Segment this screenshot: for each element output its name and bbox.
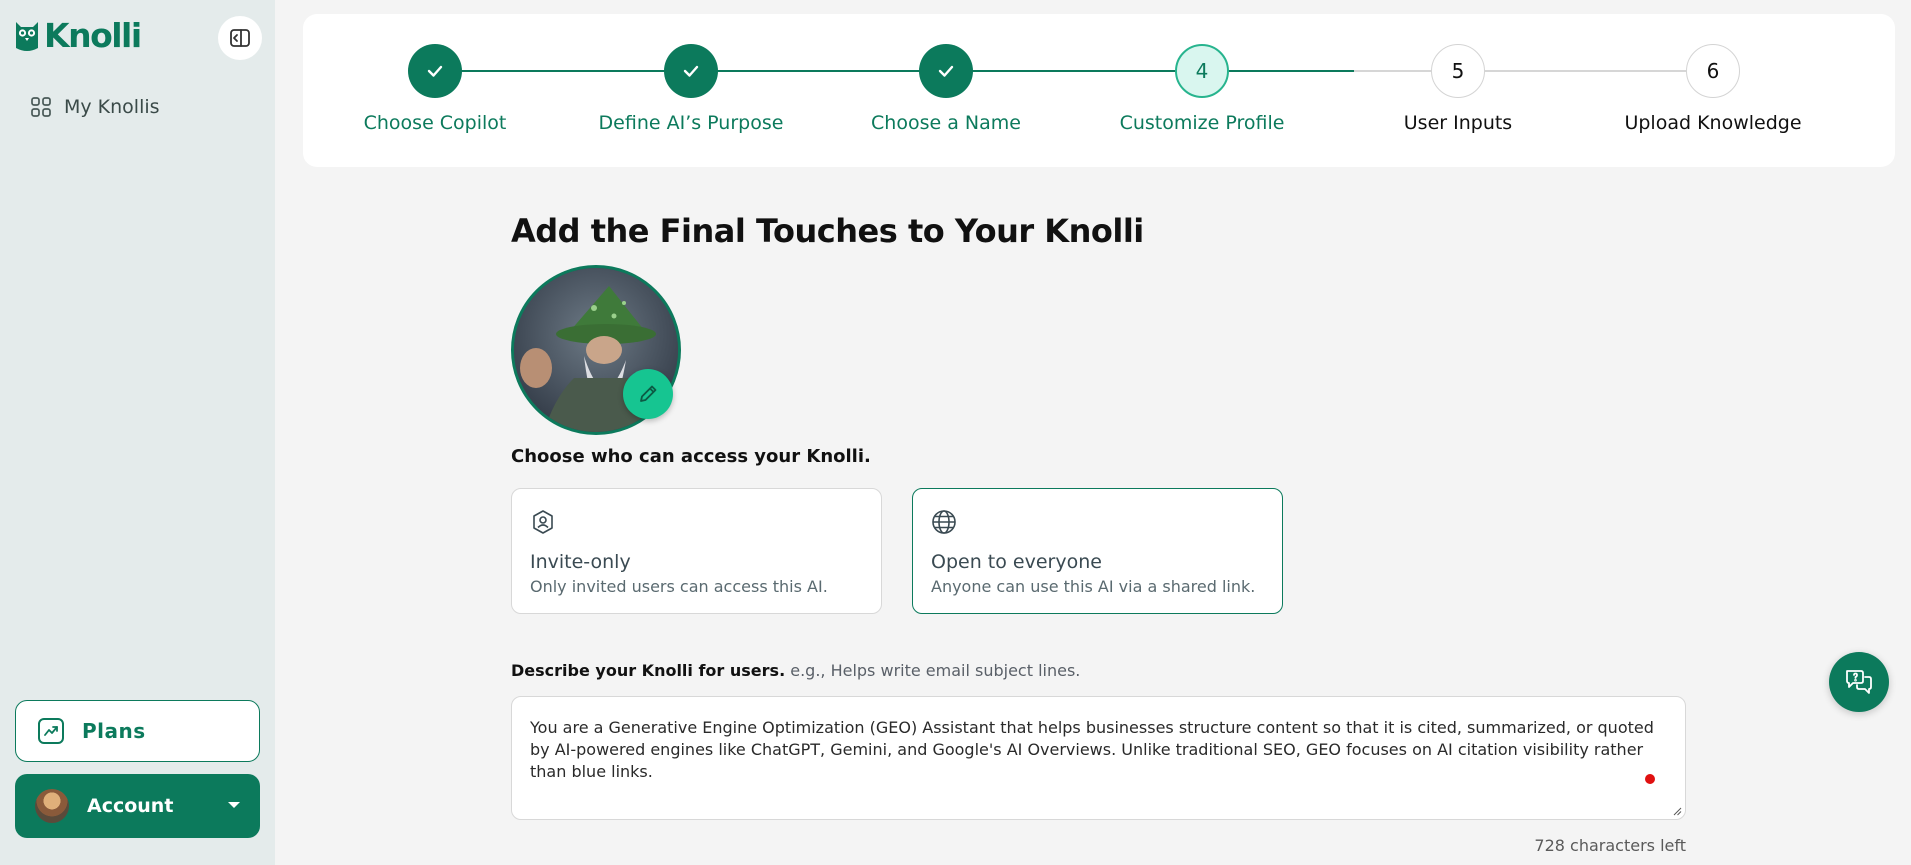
caret-down-icon <box>228 802 240 808</box>
check-icon <box>683 65 699 77</box>
collapse-sidebar-icon <box>230 29 250 47</box>
step-choose-name[interactable]: Choose a Name <box>816 44 1076 134</box>
help-chat-button[interactable] <box>1829 652 1889 712</box>
pencil-icon <box>640 385 657 402</box>
characters-left-counter: 728 characters left <box>1534 836 1686 855</box>
brand-name: Knolli <box>44 16 142 55</box>
globe-icon <box>932 510 956 534</box>
step-label: Upload Knowledge <box>1624 112 1802 134</box>
plans-label: Plans <box>82 719 146 743</box>
check-icon <box>938 65 954 77</box>
access-option-invite-only[interactable]: Invite-only Only invited users can acces… <box>511 488 882 614</box>
resize-handle-icon[interactable] <box>1672 806 1682 816</box>
account-label: Account <box>87 795 174 817</box>
access-option-title: Open to everyone <box>931 551 1102 573</box>
step-connector <box>435 70 691 72</box>
recording-indicator-icon <box>1645 774 1655 784</box>
step-circle: 4 <box>1175 44 1229 98</box>
step-label: Define AI’s Purpose <box>598 112 784 134</box>
step-upload-knowledge[interactable]: 6 Upload Knowledge <box>1583 44 1843 134</box>
step-choose-copilot[interactable]: Choose Copilot <box>305 44 565 134</box>
page-title: Add the Final Touches to Your Knolli <box>511 212 1144 250</box>
step-define-purpose[interactable]: Define AI’s Purpose <box>561 44 821 134</box>
avatar <box>35 789 69 823</box>
account-menu-button[interactable]: Account <box>15 774 260 838</box>
edit-avatar-button[interactable] <box>623 369 673 419</box>
grid-icon <box>31 97 51 117</box>
step-label: Choose a Name <box>871 112 1021 134</box>
owl-logo-icon <box>16 21 38 51</box>
description-text: You are a Generative Engine Optimization… <box>530 718 1654 781</box>
step-connector <box>946 70 1202 72</box>
plans-button[interactable]: Plans <box>15 700 260 762</box>
access-option-open-to-everyone[interactable]: Open to everyone Anyone can use this AI … <box>912 488 1283 614</box>
step-circle: 5 <box>1431 44 1485 98</box>
step-label: Customize Profile <box>1119 112 1285 134</box>
step-connector <box>1458 70 1713 72</box>
describe-field-label: Describe your Knolli for users. e.g., He… <box>511 661 1080 680</box>
access-option-title: Invite-only <box>530 551 631 573</box>
sidebar: Knolli My Knollis Plans Account <box>0 0 275 865</box>
help-chat-icon <box>1846 670 1872 694</box>
collapse-sidebar-button[interactable] <box>218 16 262 60</box>
step-label: Choose Copilot <box>363 112 507 134</box>
step-label: User Inputs <box>1403 112 1513 134</box>
sidebar-item-label: My Knollis <box>64 96 160 118</box>
step-circle <box>664 44 718 98</box>
access-option-description: Anyone can use this AI via a shared link… <box>931 577 1256 596</box>
step-user-inputs[interactable]: 5 User Inputs <box>1328 44 1588 134</box>
profile-avatar <box>511 265 681 435</box>
describe-label-text: Describe your Knolli for users. <box>511 661 786 680</box>
check-icon <box>427 65 443 77</box>
step-circle: 6 <box>1686 44 1740 98</box>
sidebar-item-my-knollis[interactable]: My Knollis <box>30 96 160 118</box>
access-option-description: Only invited users can access this AI. <box>530 577 828 596</box>
access-section-label: Choose who can access your Knolli. <box>511 446 871 467</box>
user-shield-icon <box>533 510 553 534</box>
progress-stepper: Choose Copilot Define AI’s Purpose Choos… <box>303 14 1895 167</box>
step-customize-profile[interactable]: 4 Customize Profile <box>1072 44 1332 134</box>
step-circle <box>408 44 462 98</box>
step-connector <box>691 70 946 72</box>
trending-up-icon <box>38 718 64 744</box>
step-circle <box>919 44 973 98</box>
brand-logo[interactable]: Knolli <box>14 16 142 55</box>
describe-hint-text: e.g., Helps write email subject lines. <box>790 661 1081 680</box>
description-textarea[interactable]: You are a Generative Engine Optimization… <box>511 696 1686 820</box>
